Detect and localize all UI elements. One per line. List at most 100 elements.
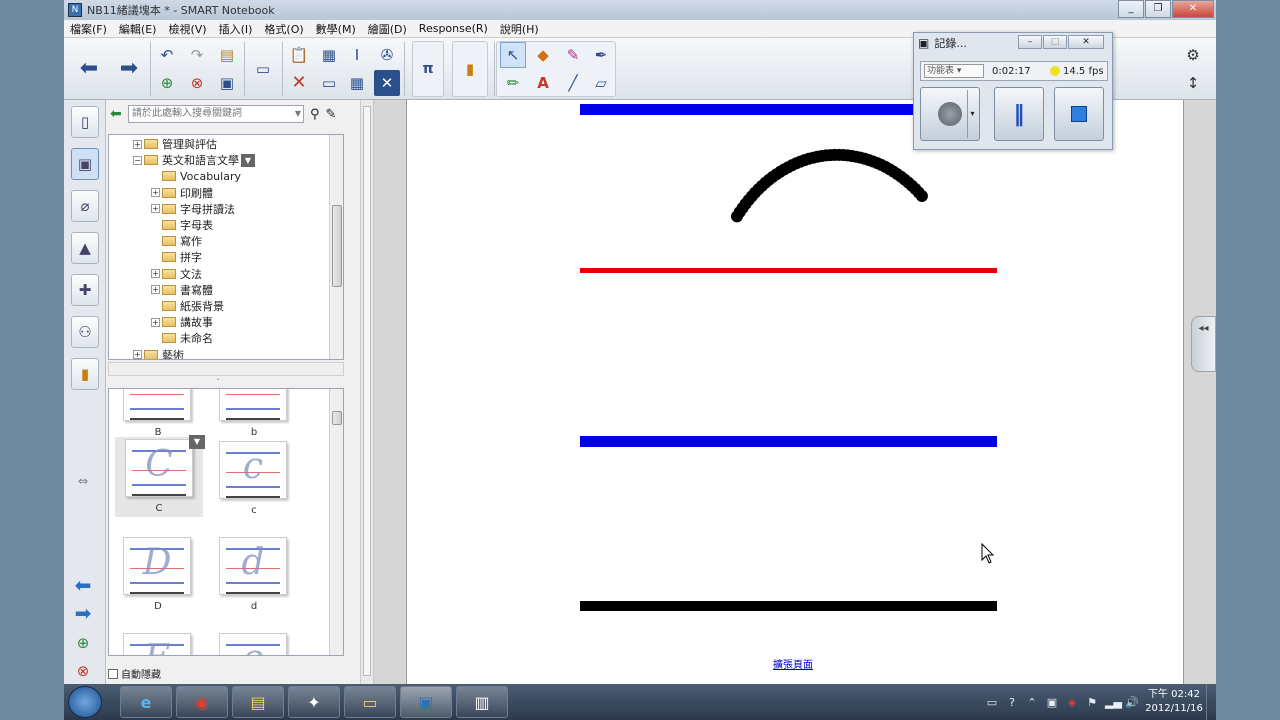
tree-expander-icon[interactable]: + xyxy=(151,317,160,327)
record-options-dropdown-icon[interactable]: ▾ xyxy=(967,90,977,138)
help-tray-icon[interactable]: ? xyxy=(1005,696,1019,709)
gallery-back-arrow-icon[interactable]: ⬅ xyxy=(110,106,122,122)
smart-app-icon[interactable]: ✦ xyxy=(288,686,340,718)
pens-icon[interactable]: ✏ xyxy=(500,70,526,96)
maximize-button[interactable]: ❐ xyxy=(1145,0,1171,18)
previous-page-nav-icon[interactable]: ⬅ xyxy=(70,572,96,598)
tray-icon-1[interactable]: ▭ xyxy=(985,696,999,709)
menu-math[interactable]: 數學(M) xyxy=(310,21,362,37)
document-camera-icon[interactable]: ✇ xyxy=(374,42,400,68)
extend-page-link[interactable]: 擴張頁面 xyxy=(773,656,813,671)
volume-tray-icon[interactable]: 🔊 xyxy=(1125,696,1139,709)
next-page-arrow-icon[interactable]: ➡ xyxy=(116,56,142,82)
gallery-tab[interactable]: ▣ xyxy=(71,148,99,180)
gallery-tree-item[interactable]: + 藝術 xyxy=(109,346,343,359)
addons-tab[interactable]: ✚ xyxy=(71,274,99,306)
menu-file[interactable]: 檔案(F) xyxy=(64,21,113,37)
screen-display-icon[interactable]: ▭ xyxy=(250,56,276,82)
menu-draw[interactable]: 繪圖(D) xyxy=(362,21,413,37)
menu-edit[interactable]: 編輯(E) xyxy=(113,21,163,37)
gallery-tree-item[interactable]: + 字母拼讀法 xyxy=(109,201,343,217)
search-settings-icon[interactable]: ✎ xyxy=(326,107,337,122)
gallery-thumbnail[interactable]: C C ▼ xyxy=(115,435,205,517)
next-page-nav-icon[interactable]: ➡ xyxy=(70,600,96,626)
thumbnail-menu-icon[interactable]: ▼ xyxy=(189,435,205,449)
add-page-icon[interactable]: ⊕ xyxy=(154,70,180,96)
notebook-folder-icon[interactable]: ▭ xyxy=(344,686,396,718)
gallery-tree-item[interactable]: + 講故事 xyxy=(109,314,343,330)
line-tool-icon[interactable]: ╱ xyxy=(560,70,586,96)
flag-tray-icon[interactable]: ⚑ xyxy=(1085,696,1099,709)
gallery-thumbnail[interactable]: cc xyxy=(219,441,289,517)
tray-icon-app[interactable]: ▣ xyxy=(1045,696,1059,709)
recorder-maximize-button[interactable]: □ xyxy=(1043,35,1067,49)
gallery-tree-item[interactable]: + 書寫體 xyxy=(109,282,343,298)
gallery-tree-item[interactable]: + 文法 xyxy=(109,266,343,282)
tree-item-menu-icon[interactable]: ▼ xyxy=(241,153,255,167)
creative-pen-icon[interactable]: ✎ xyxy=(560,42,586,68)
auto-hide-option[interactable]: 自動隱藏 xyxy=(108,666,161,681)
tree-expander-icon[interactable]: + xyxy=(151,269,160,279)
eraser-icon[interactable]: ▱ xyxy=(588,70,614,96)
tree-hscrollbar[interactable] xyxy=(108,362,344,376)
gallery-tree-item[interactable]: 未命名 xyxy=(109,330,343,346)
menu-insert[interactable]: 插入(I) xyxy=(213,21,259,37)
gallery-search-input[interactable]: 請於此處輸入搜尋關鍵詞 ▼ xyxy=(128,105,304,123)
show-desktop-button[interactable] xyxy=(1206,684,1216,720)
select-pointer-icon[interactable]: ↖ xyxy=(500,42,526,68)
panel-splitter-grip[interactable]: ˆ xyxy=(216,378,220,387)
recorder-menu-dropdown[interactable]: 功能表 ▾ xyxy=(924,64,984,78)
response-icon[interactable]: ▮ xyxy=(457,56,483,82)
thumbs-scroll-thumb[interactable] xyxy=(332,411,342,425)
gallery-tree-item[interactable]: + 管理與評估 xyxy=(109,136,343,152)
delete-page-icon[interactable]: ⊗ xyxy=(184,70,210,96)
table-icon[interactable]: ▦ xyxy=(344,70,370,96)
smart-response-tab[interactable]: ▮ xyxy=(71,358,99,390)
delete-icon[interactable]: ✕ xyxy=(286,70,312,96)
gallery-thumbnail[interactable]: b xyxy=(219,389,289,439)
auto-hide-checkbox[interactable] xyxy=(108,668,118,679)
gallery-thumbnail[interactable]: dd xyxy=(219,537,289,613)
internet-explorer-icon[interactable]: e xyxy=(120,686,172,718)
text-tool-icon[interactable]: Ⅰ xyxy=(344,42,370,68)
menu-response[interactable]: Response(R) xyxy=(413,22,494,35)
network-tray-icon[interactable]: ▂▄ xyxy=(1105,696,1122,709)
previous-page-arrow-icon[interactable]: ⬅ xyxy=(76,56,102,82)
shapes-icon[interactable]: ◆ xyxy=(530,42,556,68)
notebook-page[interactable]: 擴張頁面 xyxy=(406,100,1184,684)
page-sorter-tab[interactable]: ▯ xyxy=(71,106,99,138)
gallery-thumbnail[interactable]: DD xyxy=(123,537,193,613)
response-tab[interactable]: ⚇ xyxy=(71,316,99,348)
close-button[interactable]: ✕ xyxy=(1172,0,1214,18)
panel-splitter[interactable] xyxy=(360,100,374,684)
tree-expander-icon[interactable]: + xyxy=(133,350,142,359)
tree-expander-icon[interactable]: + xyxy=(151,285,160,295)
tree-scroll-thumb[interactable] xyxy=(332,205,342,287)
move-toolbar-icon[interactable]: ↕ xyxy=(1180,70,1206,96)
recorder-task-icon[interactable]: ▥ xyxy=(456,686,508,718)
settings-gear-icon[interactable]: ⚙ xyxy=(1180,42,1206,68)
record-button[interactable]: ▾ xyxy=(920,87,980,141)
recorder-close-button[interactable]: ✕ xyxy=(1068,35,1104,49)
gallery-tree-item[interactable]: 寫作 xyxy=(109,233,343,249)
screen-shade-icon[interactable]: ▭ xyxy=(316,70,342,96)
stop-button[interactable] xyxy=(1054,87,1104,141)
gallery-thumbnail[interactable]: E xyxy=(123,633,193,655)
tray-clock[interactable]: 下午 02:42 2012/11/16 xyxy=(1142,688,1206,716)
tree-expander-icon[interactable]: + xyxy=(151,204,160,214)
save-icon[interactable]: ▣ xyxy=(214,70,240,96)
attachments-tab[interactable]: ⌀ xyxy=(71,190,99,222)
recorder-minimize-button[interactable]: – xyxy=(1018,35,1042,49)
open-file-icon[interactable]: ▤ xyxy=(214,42,240,68)
file-explorer-icon[interactable]: ▤ xyxy=(232,686,284,718)
redo-icon[interactable]: ↷ xyxy=(184,42,210,68)
gallery-tree-item[interactable]: Vocabulary xyxy=(109,168,343,184)
delete-page-nav-icon[interactable]: ⊗ xyxy=(70,658,96,684)
gallery-tree-item[interactable]: 拼字 xyxy=(109,249,343,265)
menu-view[interactable]: 檢視(V) xyxy=(162,21,212,37)
minimize-button[interactable]: _ xyxy=(1118,0,1144,18)
show-hidden-icons[interactable]: ⌃ xyxy=(1025,696,1039,709)
start-button[interactable] xyxy=(68,686,102,718)
antivirus-tray-icon[interactable]: ◈ xyxy=(1065,696,1079,709)
chrome-icon[interactable]: ◉ xyxy=(176,686,228,718)
